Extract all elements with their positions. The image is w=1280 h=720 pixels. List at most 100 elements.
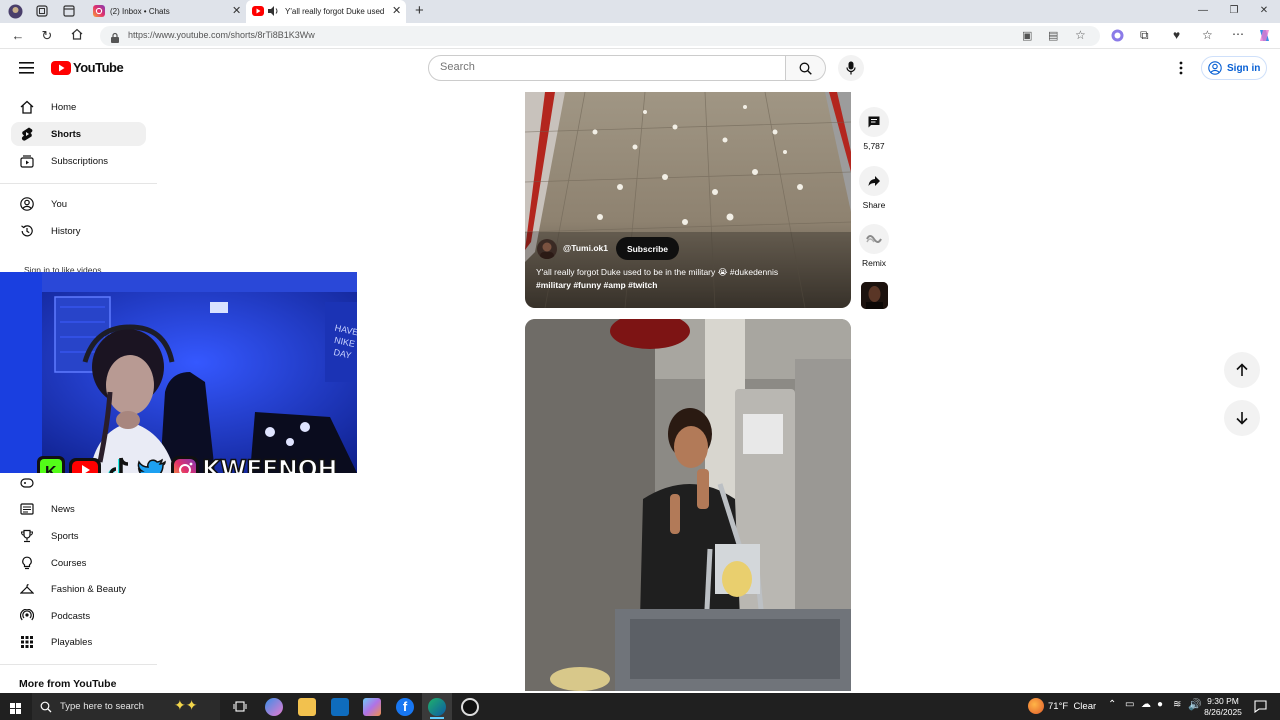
- favorites-icon[interactable]: ☆: [1202, 28, 1213, 42]
- split-screen-icon[interactable]: ▣: [1022, 29, 1032, 42]
- previous-short-button[interactable]: [1224, 352, 1260, 388]
- microsoft-365-icon[interactable]: [363, 698, 381, 716]
- profile-avatar-icon[interactable]: [7, 3, 23, 19]
- reader-view-icon[interactable]: ▤: [1048, 29, 1058, 42]
- outlook-icon[interactable]: [331, 698, 349, 716]
- caption-hashtags[interactable]: #military #funny #amp #twitch: [536, 279, 841, 292]
- close-tab-icon[interactable]: ✕: [232, 4, 241, 17]
- notifications-icon[interactable]: [1254, 700, 1267, 718]
- sidebar-item-podcasts[interactable]: Podcasts: [11, 604, 146, 628]
- sound-thumbnail[interactable]: [861, 282, 888, 309]
- home-icon[interactable]: [68, 27, 86, 45]
- sidebar-item-sports[interactable]: Sports: [11, 524, 146, 548]
- sidebar-item-courses[interactable]: Courses: [11, 551, 146, 575]
- sidebar-item-label: You: [51, 198, 68, 210]
- chrome-app-icon[interactable]: [461, 698, 479, 716]
- back-icon[interactable]: ←: [9, 27, 27, 45]
- speaker-icon[interactable]: [267, 5, 279, 19]
- streamer-webcam-overlay: HAVE A NIKE DAY K KWEENOH: [0, 272, 357, 473]
- search-button[interactable]: [786, 55, 826, 81]
- cloud-icon[interactable]: ☁: [1141, 699, 1151, 710]
- sidebar-item-label: Fashion & Beauty: [51, 583, 126, 595]
- search-input[interactable]: [440, 61, 760, 73]
- minimize-icon[interactable]: —: [1193, 3, 1213, 19]
- voice-search-button[interactable]: [838, 55, 864, 81]
- tab-youtube-active[interactable]: Y'all really forgot Duke used ✕: [246, 0, 406, 23]
- sign-in-label: Sign in: [1227, 62, 1261, 74]
- youtube-logo[interactable]: YouTube: [51, 60, 124, 75]
- restore-icon[interactable]: ❐: [1224, 3, 1244, 19]
- sidebar-item-label: Courses: [51, 557, 87, 569]
- close-window-icon[interactable]: ✕: [1254, 3, 1274, 19]
- sign-in-button[interactable]: Sign in: [1201, 56, 1267, 80]
- sidebar-item-playables[interactable]: Playables: [11, 630, 146, 654]
- microphone-icon: [846, 61, 856, 75]
- hamburger-menu-icon[interactable]: [19, 61, 34, 79]
- microphone-tray-icon[interactable]: ●: [1157, 699, 1163, 710]
- taskbar-active-app[interactable]: [422, 693, 452, 720]
- lock-icon[interactable]: [110, 30, 120, 48]
- tab-title: Y'all really forgot Duke used: [285, 7, 385, 16]
- account-icon: [20, 197, 34, 211]
- tab-actions-icon[interactable]: [61, 3, 77, 19]
- subscriptions-icon: [20, 154, 34, 168]
- taskbar-search-box[interactable]: Type here to search ✦✦: [32, 693, 220, 720]
- shorts-icon: [20, 127, 34, 141]
- sidebar-item-you[interactable]: You: [11, 192, 146, 216]
- podcast-icon: [20, 609, 34, 623]
- more-menu-icon[interactable]: ⋯: [1232, 27, 1244, 41]
- subscribe-button[interactable]: Subscribe: [616, 237, 679, 260]
- sidebar-item-history[interactable]: History: [11, 219, 146, 243]
- copilot-app-icon[interactable]: [265, 698, 283, 716]
- facebook-icon[interactable]: f: [396, 698, 414, 716]
- account-circle-icon: [1208, 61, 1222, 75]
- remix-button[interactable]: [859, 224, 889, 254]
- channel-handle[interactable]: @Tumi.ok1: [563, 243, 608, 253]
- address-bar[interactable]: https://www.youtube.com/shorts/8rTi8B1K3…: [100, 26, 1100, 46]
- sidebar-item-fashion-beauty[interactable]: Fashion & Beauty: [11, 577, 146, 601]
- sidebar-item-subscriptions[interactable]: Subscriptions: [11, 149, 146, 173]
- browser-essentials-icon[interactable]: ♥: [1173, 28, 1180, 42]
- comments-button[interactable]: [859, 107, 889, 137]
- meet-now-icon[interactable]: ▭: [1125, 699, 1134, 710]
- clock-time: 9:30 PM: [1207, 696, 1239, 706]
- short-caption: Y'all really forgot Duke used to be in t…: [536, 266, 841, 292]
- share-button[interactable]: [859, 166, 889, 196]
- short-video-player[interactable]: @Tumi.ok1 Subscribe Y'all really forgot …: [525, 92, 851, 308]
- youtube-play-icon: [51, 60, 71, 75]
- sidebar-item-news[interactable]: News: [11, 497, 146, 521]
- youtube-masthead: YouTube Sign in: [0, 49, 1280, 89]
- extensions-icon[interactable]: ⧉: [1140, 28, 1149, 43]
- tab-instagram[interactable]: (2) Inbox • Chats ✕: [86, 0, 246, 23]
- refresh-icon[interactable]: ↻: [38, 27, 56, 45]
- clock[interactable]: 9:30 PM 8/26/2025: [1200, 696, 1246, 718]
- file-explorer-icon[interactable]: [298, 698, 316, 716]
- channel-avatar[interactable]: [537, 239, 557, 259]
- caption-line: Y'all really forgot Duke used to be in t…: [536, 267, 779, 277]
- sidebar-item-home[interactable]: Home: [11, 95, 146, 119]
- wifi-icon[interactable]: ≋: [1173, 699, 1181, 710]
- short-video-player-next[interactable]: [525, 319, 851, 691]
- close-tab-icon[interactable]: ✕: [392, 4, 401, 17]
- sidebar-item-shorts[interactable]: Shorts: [11, 122, 146, 146]
- search-icon: [40, 701, 52, 712]
- copilot-icon[interactable]: [1257, 28, 1272, 48]
- edge-icon: [428, 698, 446, 716]
- search-box[interactable]: [428, 55, 786, 81]
- show-hidden-icons-chevron[interactable]: ⌃: [1108, 699, 1116, 710]
- windows-start-icon[interactable]: [10, 701, 21, 719]
- search-icon: [799, 62, 812, 75]
- workspaces-icon[interactable]: [34, 3, 50, 19]
- sidebar-item-label: Shorts: [51, 128, 82, 140]
- next-short-button[interactable]: [1224, 400, 1260, 436]
- youtube-favicon-icon: [252, 6, 264, 18]
- task-view-icon[interactable]: [233, 700, 247, 718]
- browser-tab-strip: (2) Inbox • Chats ✕ Y'all really forgot …: [0, 0, 1280, 23]
- gaming-icon: [20, 476, 34, 494]
- copilot-circle-icon[interactable]: [1111, 29, 1124, 47]
- search-highlight-icon: ✦✦: [174, 697, 198, 713]
- favorite-star-icon[interactable]: ☆: [1075, 28, 1086, 42]
- settings-kebab-icon[interactable]: [1178, 61, 1184, 80]
- weather-text[interactable]: 71°F Clear: [1048, 701, 1096, 712]
- new-tab-icon[interactable]: +: [415, 2, 424, 19]
